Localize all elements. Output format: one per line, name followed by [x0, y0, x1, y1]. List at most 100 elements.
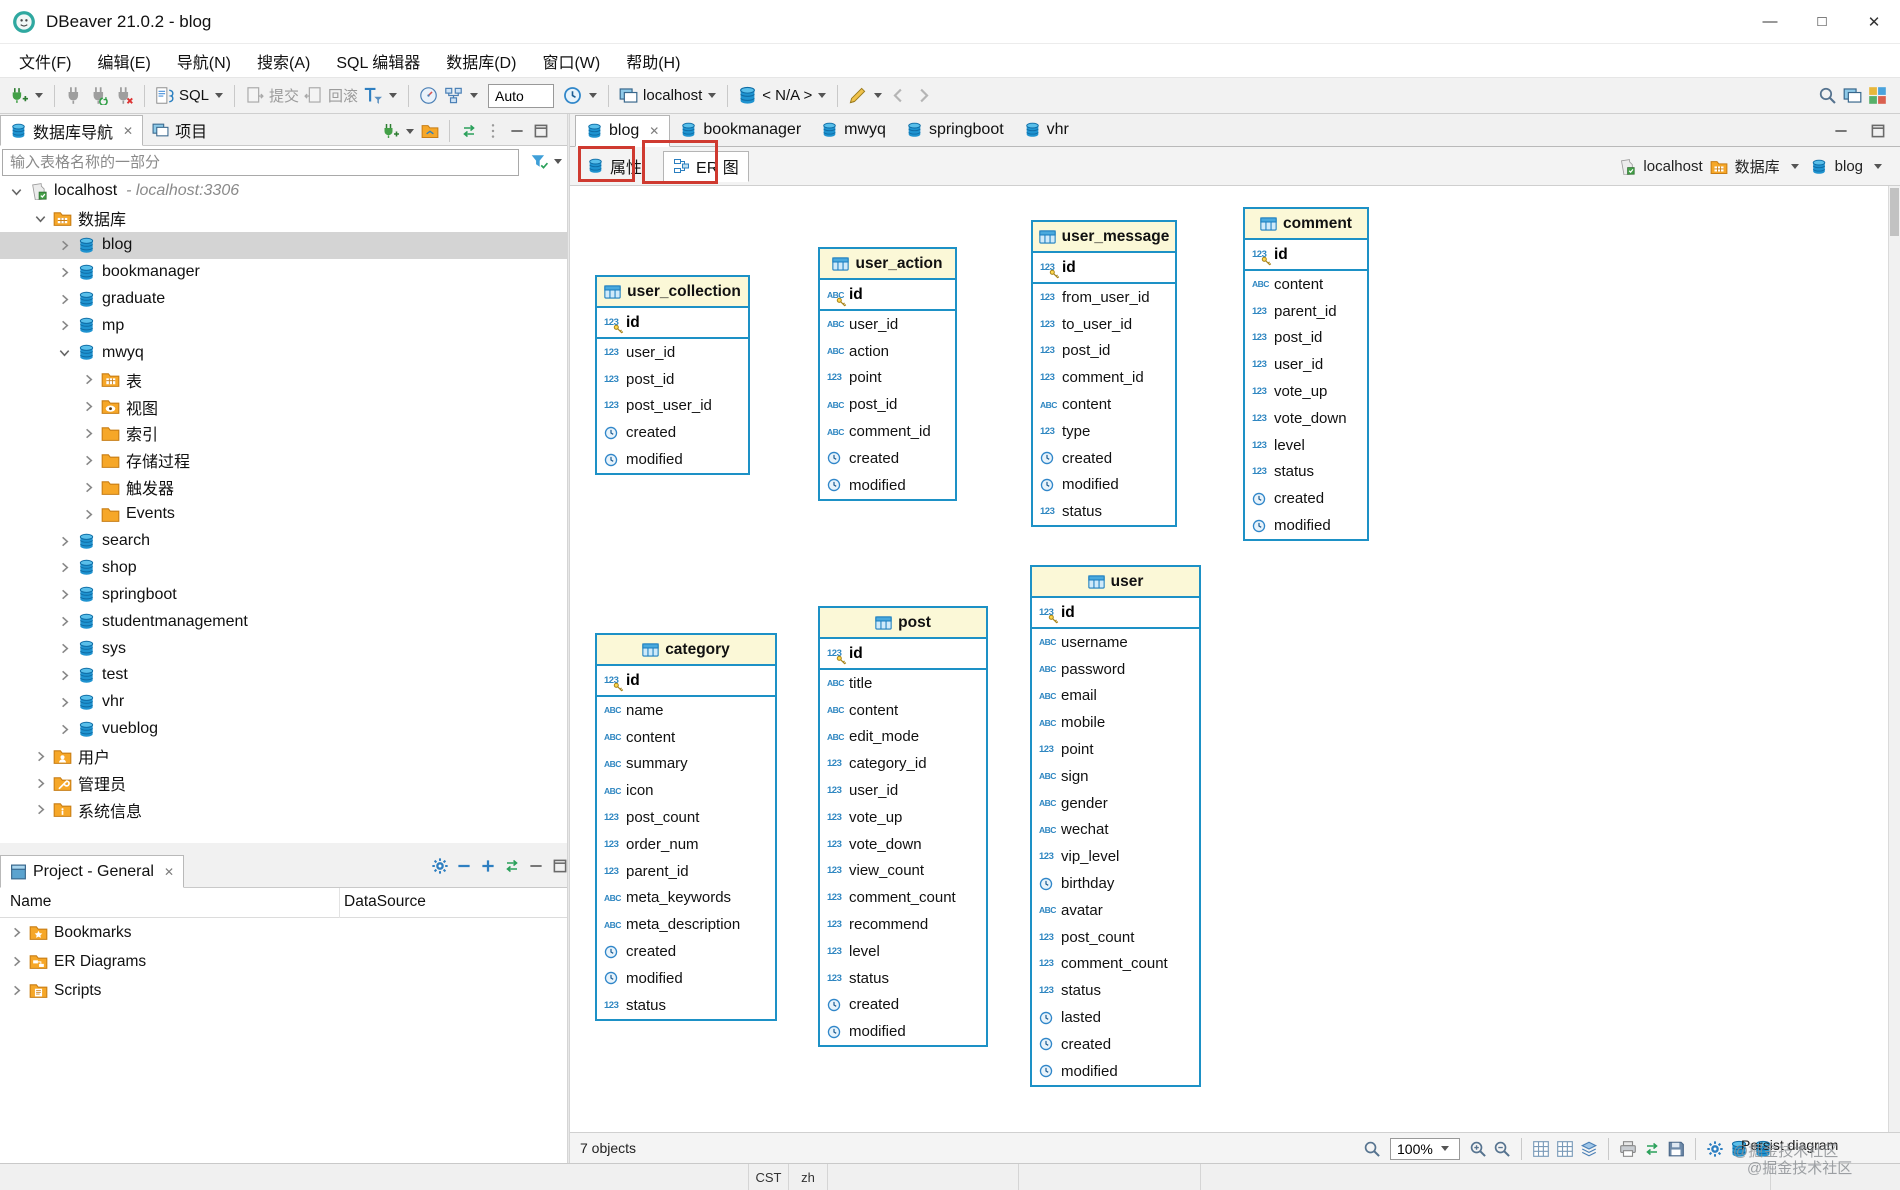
tree-item-存储过程[interactable]: 存储过程 [0, 447, 567, 474]
chevron-right-icon[interactable] [56, 695, 73, 710]
entity-column-row[interactable]: 123 vip_level [1032, 843, 1199, 870]
editor-tab-mwyq[interactable]: mwyq [811, 114, 896, 146]
entity-column-row[interactable]: ABC content [1245, 271, 1367, 298]
entity-column-row[interactable]: 123 status [1245, 459, 1367, 486]
new-connection-icon[interactable] [381, 122, 399, 140]
chevron-right-icon[interactable] [80, 372, 97, 387]
minimize-pane-icon[interactable] [508, 122, 526, 140]
close-icon[interactable]: ✕ [123, 124, 133, 138]
search-icon[interactable] [1818, 86, 1837, 105]
tree-item-触发器[interactable]: 触发器 [0, 474, 567, 501]
tree-item-mp[interactable]: mp [0, 312, 567, 339]
chevron-right-icon[interactable] [8, 983, 25, 998]
chevron-right-icon[interactable] [56, 722, 73, 737]
chevron-right-icon[interactable] [32, 749, 49, 764]
entity-column-row[interactable]: modified [597, 446, 748, 473]
entity-column-row[interactable]: modified [1245, 512, 1367, 539]
entity-column-row[interactable]: ABC content [597, 724, 775, 751]
entity-pk-row[interactable]: 123 id [1032, 598, 1199, 629]
editor-tab-vhr[interactable]: vhr [1014, 114, 1079, 146]
entity-column-row[interactable]: 123 status [597, 992, 775, 1019]
chevron-right-icon[interactable] [32, 802, 49, 817]
entity-user_message[interactable]: user_message 123 id 123 from_user_id 123 to_… [1031, 220, 1177, 528]
entity-column-row[interactable]: 123 status [1033, 498, 1175, 525]
edit-dropdown[interactable] [874, 93, 883, 98]
tree-item-系统信息[interactable]: 系统信息 [0, 796, 567, 823]
entity-column-row[interactable]: birthday [1032, 870, 1199, 897]
tree-item-vhr[interactable]: vhr [0, 689, 567, 716]
dashboard-button[interactable] [419, 86, 438, 105]
chevron-right-icon[interactable] [56, 318, 73, 333]
entity-pk-row[interactable]: 123 id [1245, 240, 1367, 271]
entity-column-row[interactable]: 123 point [820, 365, 955, 392]
rollback-button[interactable]: 回滚 [328, 85, 358, 106]
entity-column-row[interactable]: ABC comment_id [820, 418, 955, 445]
sql-editor-dropdown[interactable] [215, 93, 224, 98]
entity-column-row[interactable]: 123 category_id [820, 750, 986, 777]
forward-button[interactable] [914, 86, 933, 105]
transaction-dropdown[interactable] [389, 93, 398, 98]
entity-user_action[interactable]: user_action ABC id ABC user_id ABC action 123… [818, 247, 957, 501]
project-item-Scripts[interactable]: Scripts [0, 976, 567, 1005]
entity-comment[interactable]: comment 123 id ABC content 123 parent_id 123 p… [1243, 207, 1369, 541]
schema-dropdown[interactable] [818, 93, 827, 98]
sync-icon[interactable] [460, 122, 478, 140]
chevron-right-icon[interactable] [32, 776, 49, 791]
filter-dropdown[interactable] [554, 159, 562, 164]
tab-properties[interactable]: 属性 [578, 151, 651, 182]
entity-column-row[interactable]: ABC sign [1032, 763, 1199, 790]
menu-item[interactable]: 窗口(W) [529, 44, 613, 77]
column-header-name[interactable]: Name [10, 893, 51, 911]
edit-button[interactable] [848, 86, 867, 105]
entity-column-row[interactable]: created [1245, 485, 1367, 512]
entity-column-row[interactable]: modified [1032, 1058, 1199, 1085]
project-item-Bookmarks[interactable]: Bookmarks [0, 918, 567, 947]
tree-item-表[interactable]: 表 [0, 366, 567, 393]
er-diagram-canvas[interactable]: user_collection 123 id 123 user_id 123 post_… [570, 186, 1888, 1132]
tree-item-Events[interactable]: Events [0, 501, 567, 528]
entity-column-row[interactable]: 123 view_count [820, 858, 986, 885]
tree-item-mwyq[interactable]: mwyq [0, 339, 567, 366]
minimize-button[interactable]: — [1744, 0, 1796, 43]
entity-column-row[interactable]: 123 vote_up [820, 804, 986, 831]
chevron-right-icon[interactable] [80, 453, 97, 468]
entity-header[interactable]: user_collection [597, 277, 748, 308]
refresh-icon[interactable] [1643, 1140, 1661, 1158]
entity-column-row[interactable]: ABC avatar [1032, 897, 1199, 924]
menu-item[interactable]: 文件(F) [6, 44, 84, 77]
entity-header[interactable]: user_action [820, 249, 955, 280]
close-icon[interactable]: ✕ [649, 124, 659, 138]
toggle-grid-icon[interactable] [1532, 1140, 1550, 1158]
entity-column-row[interactable]: ABC email [1032, 683, 1199, 710]
entity-column-row[interactable]: 123 comment_count [1032, 951, 1199, 978]
entity-column-row[interactable]: 123 post_id [597, 366, 748, 393]
entity-column-row[interactable]: ABC user_id [820, 311, 955, 338]
disconnect-button[interactable] [115, 86, 134, 105]
chevron-right-icon[interactable] [56, 238, 73, 253]
menu-item[interactable]: 编辑(E) [84, 44, 163, 77]
new-connection-button[interactable] [9, 86, 28, 105]
column-header-datasource[interactable]: DataSource [344, 893, 426, 911]
entity-column-row[interactable]: 123 status [1032, 977, 1199, 1004]
minimize-pane-icon[interactable] [527, 857, 545, 875]
entity-column-row[interactable]: 123 status [820, 965, 986, 992]
chevron-right-icon[interactable] [56, 641, 73, 656]
timer-dropdown[interactable] [589, 93, 598, 98]
breadcrumb-database[interactable]: blog [1835, 158, 1863, 175]
entity-pk-row[interactable]: 123 id [1033, 253, 1175, 284]
entity-column-row[interactable]: 123 post_count [597, 804, 775, 831]
tree-item-shop[interactable]: shop [0, 554, 567, 581]
view-menu-icon[interactable] [484, 122, 502, 140]
entity-column-row[interactable]: ABC wechat [1032, 817, 1199, 844]
entity-column-row[interactable]: ABC password [1032, 656, 1199, 683]
chevron-right-icon[interactable] [80, 480, 97, 495]
close-button[interactable]: ✕ [1848, 0, 1900, 43]
entity-column-row[interactable]: 123 user_id [597, 339, 748, 366]
entity-column-row[interactable]: ABC title [820, 670, 986, 697]
breadcrumb-connection[interactable]: localhost [1643, 158, 1702, 175]
entity-column-row[interactable]: 123 to_user_id [1033, 311, 1175, 338]
zoom-level-select[interactable]: 100% [1390, 1137, 1460, 1160]
scrollbar-thumb[interactable] [1890, 188, 1899, 236]
tree-item-vueblog[interactable]: vueblog [0, 716, 567, 743]
entity-column-row[interactable]: ABC action [820, 338, 955, 365]
